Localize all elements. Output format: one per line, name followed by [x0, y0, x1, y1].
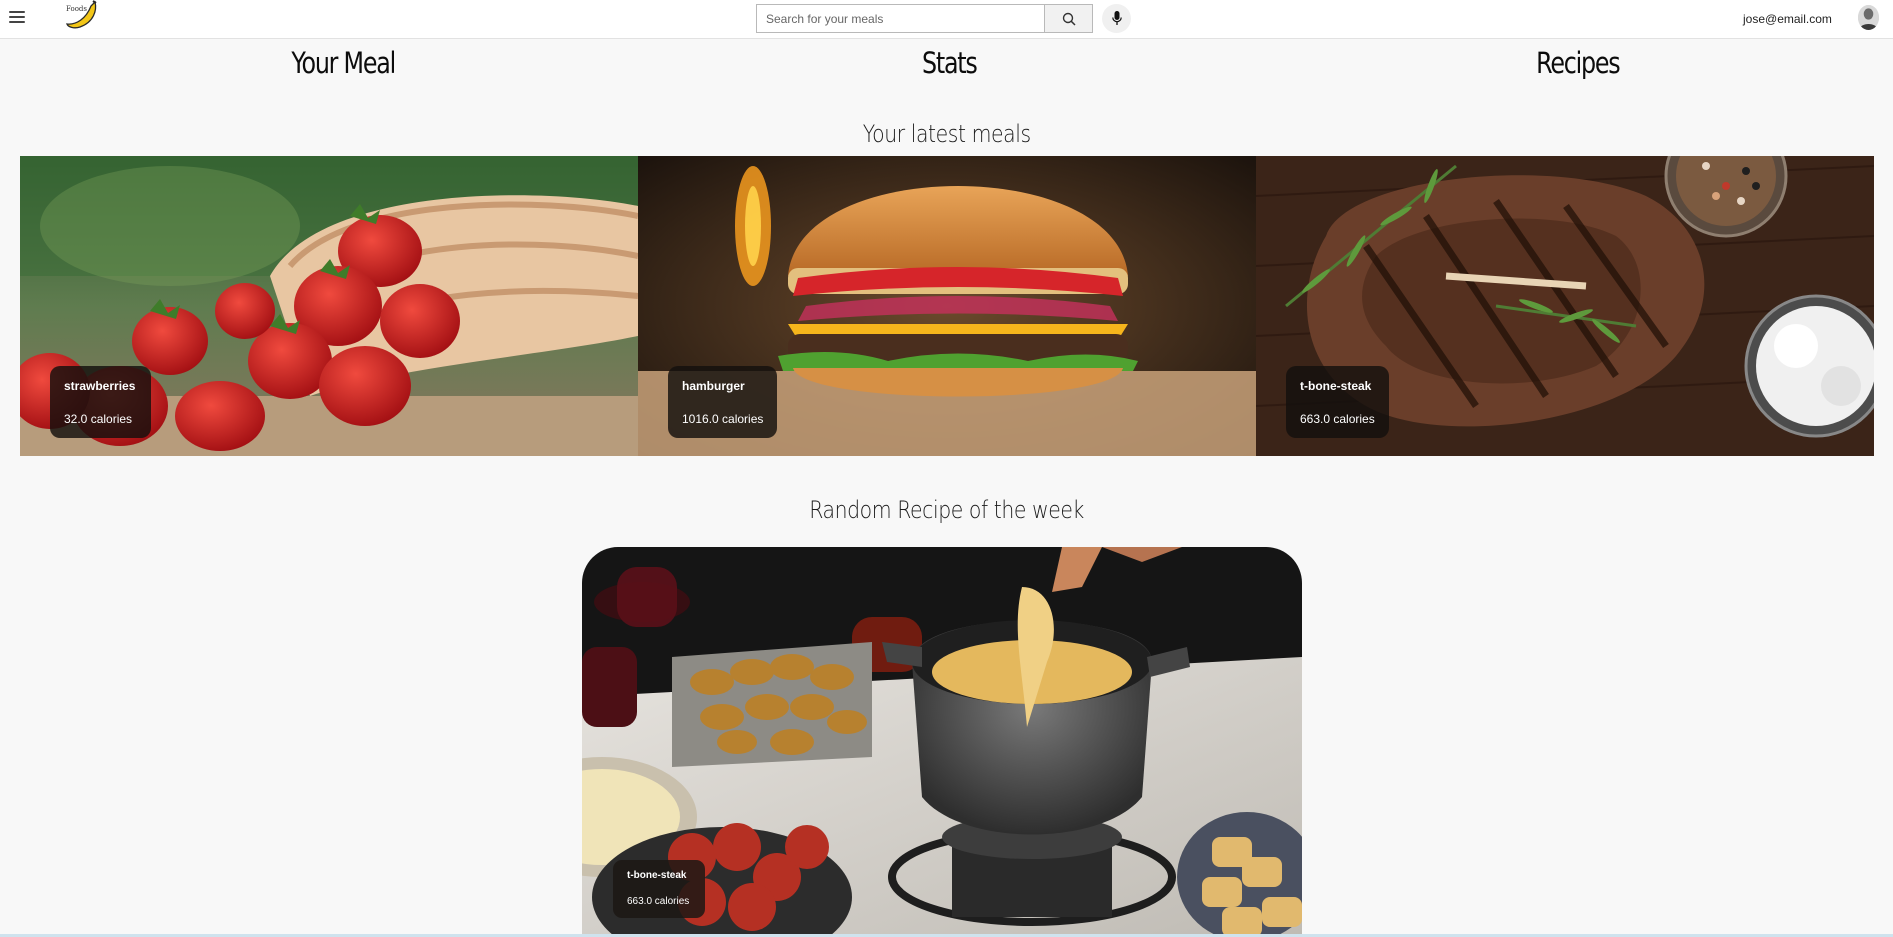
nav-recipes[interactable]: Recipes — [1536, 46, 1621, 80]
latest-meals-title: Your latest meals — [862, 120, 1031, 148]
search-icon — [1062, 12, 1076, 26]
random-recipe-card[interactable]: t-bone-steak 663.0 calories — [582, 547, 1302, 937]
nav-your-meal[interactable]: Your Meal — [291, 46, 396, 80]
meal-name: hamburger — [682, 379, 745, 393]
recipe-name: t-bone-steak — [627, 870, 687, 881]
meal-label: t-bone-steak 663.0 calories — [1286, 366, 1389, 438]
meal-calories: 663.0 calories — [1300, 412, 1375, 426]
recipe-calories: 663.0 calories — [627, 896, 690, 907]
meal-label: strawberries 32.0 calories — [50, 366, 151, 438]
meal-calories: 1016.0 calories — [682, 412, 764, 426]
logo-text: Foods — [66, 5, 87, 13]
meal-card-hamburger[interactable]: hamburger 1016.0 calories — [638, 156, 1256, 456]
meal-card-strawberries[interactable]: strawberries 32.0 calories — [20, 156, 638, 456]
user-avatar[interactable] — [1858, 5, 1879, 30]
meal-calories: 32.0 calories — [64, 412, 133, 426]
nav-stats[interactable]: Stats — [922, 46, 978, 80]
hamburger-menu-icon[interactable] — [9, 11, 25, 25]
random-recipe-title: Random Recipe of the week — [809, 496, 1084, 524]
meal-card-t-bone-steak[interactable]: t-bone-steak 663.0 calories — [1256, 156, 1874, 456]
meal-label: hamburger 1016.0 calories — [668, 366, 778, 438]
user-email[interactable]: jose@email.com — [1743, 12, 1832, 26]
search-button[interactable] — [1044, 4, 1093, 33]
recipe-label: t-bone-steak 663.0 calories — [613, 860, 705, 918]
meal-name: strawberries — [64, 379, 136, 393]
meal-name: t-bone-steak — [1300, 379, 1372, 393]
microphone-icon — [1111, 11, 1122, 25]
search-input[interactable] — [756, 4, 1045, 33]
top-bar: Foods jose@email.com — [0, 0, 1893, 39]
voice-search-button[interactable] — [1102, 4, 1131, 33]
